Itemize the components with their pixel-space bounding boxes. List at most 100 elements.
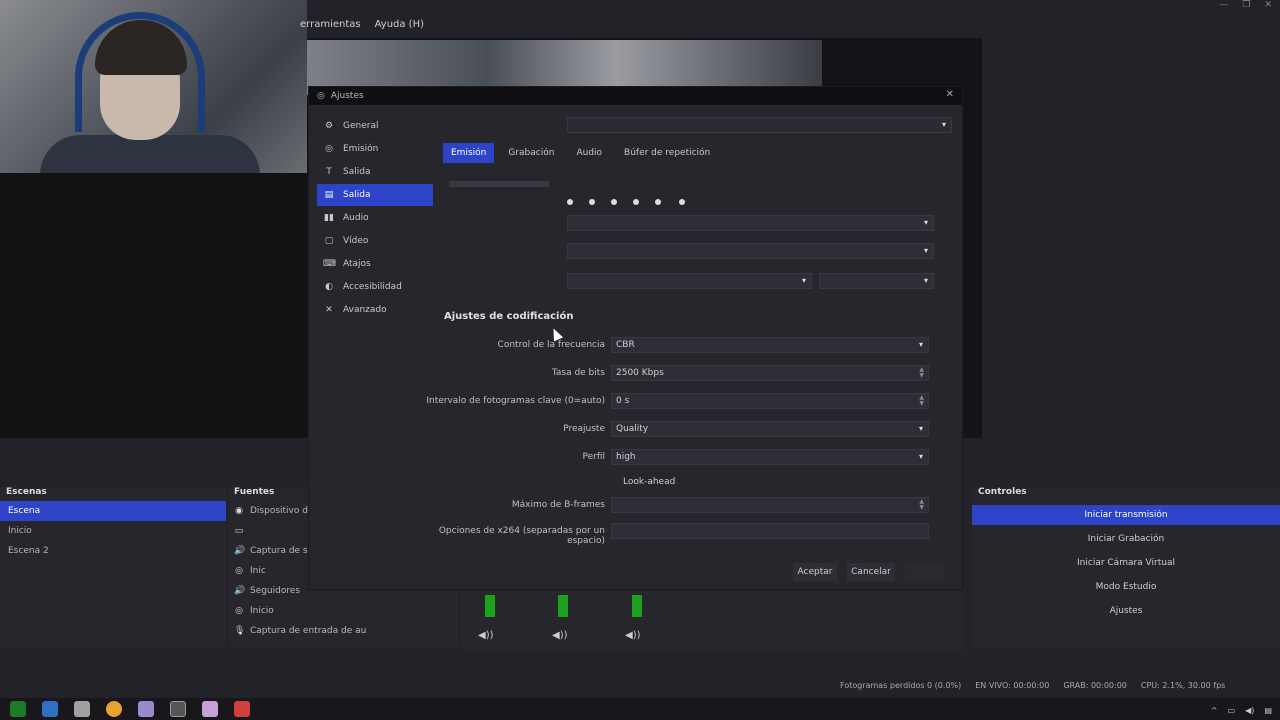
source-label: Inic	[250, 566, 266, 576]
settings-nav-item[interactable]: ▢ Vídeo	[317, 230, 433, 252]
settings-tab[interactable]: Grabación	[500, 143, 562, 163]
settings-nav-item[interactable]: ▤ Salida	[317, 184, 433, 206]
field-label: Perfil	[582, 452, 605, 462]
notification-icon[interactable]: ▤	[1264, 706, 1272, 715]
settings-tab[interactable]: Emisión	[443, 143, 495, 163]
accessibility-icon: ◐	[325, 282, 333, 292]
cancel-button[interactable]: Cancelar	[847, 563, 895, 581]
blurred-dropdown[interactable]: ▾	[567, 215, 934, 231]
start-icon[interactable]	[10, 701, 26, 717]
minimize-icon[interactable]: —	[1219, 0, 1228, 14]
control-button[interactable]: Iniciar Cámara Virtual	[972, 553, 1280, 573]
settings-nav-item[interactable]: ◎ Emisión	[317, 138, 433, 160]
controls-title: Controles	[978, 487, 1027, 497]
window-icon: ▭	[234, 526, 244, 536]
scenes-dock: Escenas Escena Inicio Escena 2	[0, 487, 226, 647]
close-icon[interactable]: ✕	[946, 89, 954, 100]
dropped-frames: Fotogramas perdidos 0 (0.0%)	[840, 680, 962, 690]
blurred-dropdown[interactable]: ▾	[567, 243, 934, 259]
system-tray: ^ ▭ ◀) ▤	[1211, 700, 1272, 720]
settings-nav: ⚙ General ◎ Emisión T Salida ▤ Salida ▮▮ Audio ▢ Ví…	[317, 115, 433, 315]
spinner-icon[interactable]: ▲ ▼	[919, 367, 924, 379]
encoder-dropdown[interactable]: CBR ▾	[611, 337, 929, 353]
menu-bar: erramientas Ayuda (H)	[300, 14, 424, 34]
window-controls: — ❐ ✕	[1219, 0, 1272, 14]
spinner-icon[interactable]: ▲ ▼	[919, 395, 924, 407]
control-button[interactable]: Ajustes	[972, 601, 1280, 621]
settings-nav-item[interactable]: ◐ Accesibilidad	[317, 276, 433, 298]
chevron-up-icon[interactable]: ^	[1211, 706, 1218, 715]
spinner-icon[interactable]: ▲ ▼	[919, 499, 924, 511]
settings-nav-item[interactable]: ⚙ General	[317, 115, 433, 137]
control-button[interactable]: Iniciar transmisión	[972, 505, 1280, 525]
encoder-dropdown[interactable]: Quality ▾	[611, 421, 929, 437]
source-item[interactable]: 🎙 Captura de entrada de au	[228, 621, 458, 641]
settings-nav-item[interactable]: ▮▮ Audio	[317, 207, 433, 229]
settings-tab[interactable]: Audio	[568, 143, 610, 163]
encoder-input[interactable]: 2500 Kbps ▲ ▼	[611, 365, 929, 381]
scene-item[interactable]: Escena	[0, 501, 226, 521]
maximize-icon[interactable]: ❐	[1242, 0, 1250, 14]
audio-meter	[632, 595, 642, 617]
encoder-dropdown[interactable]: high ▾	[611, 449, 929, 465]
settings-nav-item[interactable]: T Salida	[317, 161, 433, 183]
encoder-input[interactable]: ▲ ▼	[611, 497, 929, 513]
settings-tabs: Emisión Grabación Audio Búfer de repetición	[443, 143, 718, 163]
settings-nav-item[interactable]: ⌨ Atajos	[317, 253, 433, 275]
obs-icon[interactable]	[170, 701, 186, 717]
settings-nav-label: Audio	[343, 213, 369, 223]
cpu-fps: CPU: 2.1%, 30.00 fps	[1140, 680, 1226, 690]
audio-mixer: ◀)) ◀)) ◀))	[460, 590, 965, 650]
control-button[interactable]: Modo Estudio	[972, 577, 1280, 597]
volume-icon[interactable]: ◀)	[1245, 706, 1254, 715]
rec-timer: GRAB: 00:00:00	[1063, 680, 1127, 690]
output-icon: T	[326, 167, 332, 177]
accept-button[interactable]: Aceptar	[793, 563, 837, 581]
live-timer: EN VIVO: 00:00:00	[975, 680, 1050, 690]
speaker-icon[interactable]: ◀))	[625, 630, 641, 641]
network-icon[interactable]: ▭	[1228, 706, 1236, 715]
field-value: 2500 Kbps	[616, 368, 664, 378]
field-label: Control de la frecuencia	[497, 340, 605, 350]
audio-meter	[485, 595, 495, 617]
encoder-input[interactable]: 0 s ▲ ▼	[611, 393, 929, 409]
scene-item[interactable]: Inicio	[0, 521, 226, 541]
speaker-icon[interactable]: ◀))	[552, 630, 568, 641]
lookahead-checkbox[interactable]: Look-ahead	[619, 475, 699, 491]
scene-list: Escena Inicio Escena 2	[0, 501, 226, 561]
headset-shape	[75, 12, 205, 132]
app-icon[interactable]	[234, 701, 250, 717]
settings-nav-item[interactable]: ✕ Avanzado	[317, 299, 433, 321]
field-label: Preajuste	[563, 424, 605, 434]
close-icon[interactable]: ✕	[1264, 0, 1272, 14]
mic-icon: 🎙	[234, 626, 246, 636]
chevron-down-icon: ▾	[918, 424, 923, 433]
chrome-icon[interactable]	[106, 701, 122, 717]
encoder-input[interactable]	[611, 523, 929, 539]
control-button[interactable]: Iniciar Grabación	[972, 529, 1280, 549]
menu-help[interactable]: Ayuda (H)	[375, 19, 424, 30]
field-label: Opciones de x264 (separadas por un espac…	[438, 526, 605, 546]
app-icon[interactable]	[74, 701, 90, 717]
speaker-icon[interactable]: ◀))	[478, 630, 494, 641]
encoder-section-title: Ajustes de codificación	[444, 311, 574, 322]
scene-item[interactable]: Escena 2	[0, 541, 226, 561]
settings-nav-label: Atajos	[343, 259, 371, 269]
app-icon[interactable]	[138, 701, 154, 717]
blurred-dropdown[interactable]: ▾	[819, 273, 934, 289]
app-icon[interactable]	[202, 701, 218, 717]
source-item[interactable]: ◎ Inicio	[228, 601, 458, 621]
explorer-icon[interactable]	[42, 701, 58, 717]
menu-tools[interactable]: erramientas	[300, 19, 361, 30]
apply-button[interactable]	[905, 563, 945, 581]
settings-nav-label: Accesibilidad	[343, 282, 402, 292]
source-label: Captura de s	[250, 546, 308, 556]
dot	[589, 199, 595, 205]
field-value: Look-ahead	[623, 477, 676, 487]
settings-tab[interactable]: Búfer de repetición	[616, 143, 718, 163]
top-dropdown[interactable]: ▾	[567, 117, 952, 133]
source-label: Inicio	[250, 606, 274, 616]
blurred-dropdown[interactable]: ▾	[567, 273, 812, 289]
scenes-title: Escenas	[6, 487, 47, 497]
dot	[567, 199, 573, 205]
